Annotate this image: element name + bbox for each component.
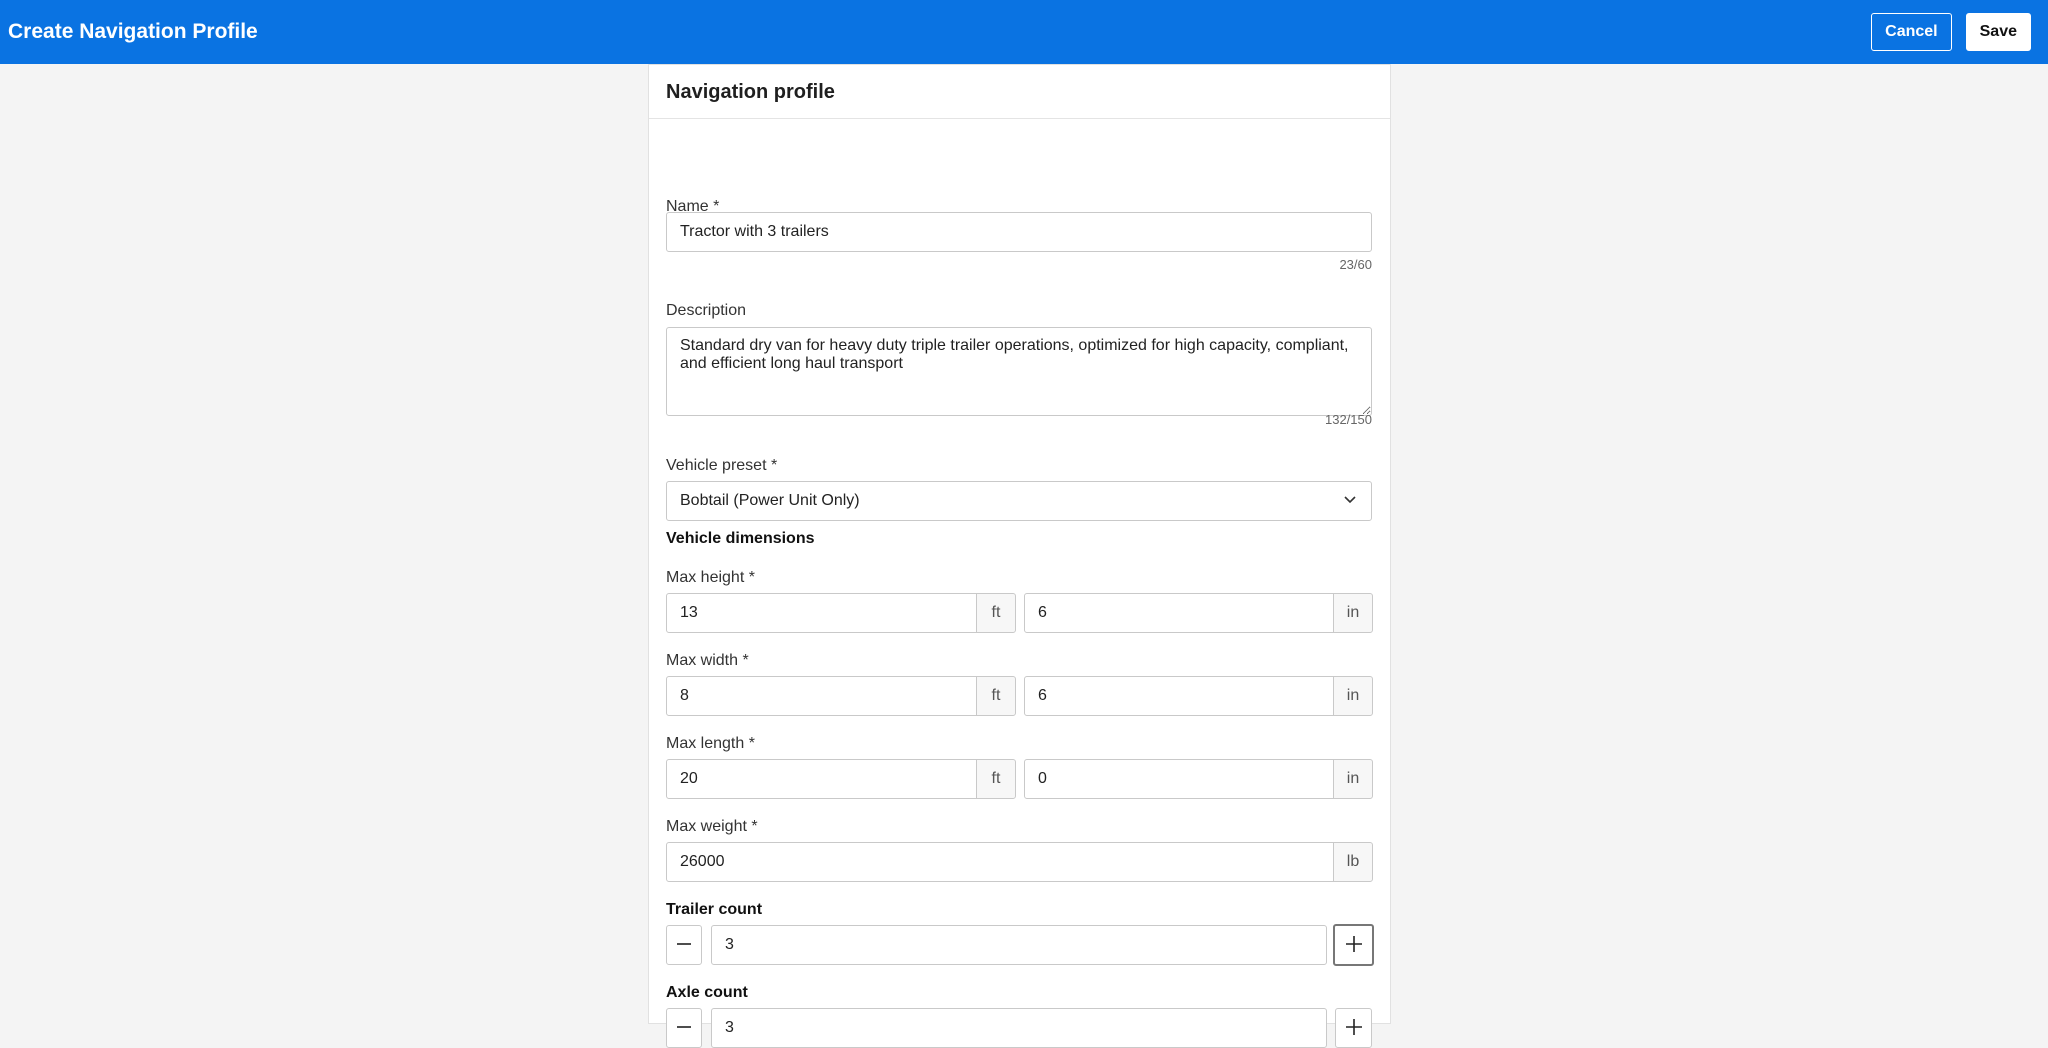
max-length-in-unit: in	[1333, 759, 1373, 799]
max-width-label: Max width *	[666, 652, 749, 669]
name-input[interactable]	[666, 212, 1372, 252]
save-button[interactable]: Save	[1965, 13, 2031, 51]
max-length-ft-input[interactable]	[666, 759, 977, 799]
top-app-bar: Create Navigation Profile Cancel Save	[0, 0, 2048, 64]
axle-count-label: Axle count	[666, 984, 748, 1001]
max-length-ft-unit: ft	[976, 759, 1016, 799]
header-actions: Cancel Save	[1871, 13, 2031, 51]
max-weight-label: Max weight *	[666, 818, 758, 835]
max-height-in-unit: in	[1333, 593, 1373, 633]
axle-count-decrement-button[interactable]	[666, 1008, 702, 1048]
plus-icon	[1345, 935, 1363, 956]
plus-icon	[1345, 1018, 1363, 1039]
card-title: Navigation profile	[649, 65, 1390, 119]
vehicle-preset-value: Bobtail (Power Unit Only)	[680, 492, 860, 509]
trailer-count-label: Trailer count	[666, 901, 763, 918]
chevron-down-icon	[1342, 491, 1358, 512]
max-width-ft-input[interactable]	[666, 676, 977, 716]
max-width-in-unit: in	[1333, 676, 1373, 716]
max-width-in-input[interactable]	[1024, 676, 1334, 716]
description-label: Description	[666, 302, 747, 319]
page-title: Create Navigation Profile	[8, 20, 258, 43]
max-weight-input[interactable]	[666, 842, 1334, 882]
trailer-count-input[interactable]	[711, 925, 1327, 965]
trailer-count-increment-button[interactable]	[1333, 924, 1374, 966]
vehicle-preset-label: Vehicle preset *	[666, 457, 778, 474]
max-height-ft-unit: ft	[976, 593, 1016, 633]
max-length-label: Max length *	[666, 735, 755, 752]
max-height-ft-input[interactable]	[666, 593, 977, 633]
axle-count-input[interactable]	[711, 1008, 1327, 1048]
minus-icon	[676, 1019, 692, 1038]
name-char-counter: 23/60	[1339, 257, 1372, 272]
max-height-label: Max height *	[666, 569, 755, 586]
axle-count-increment-button[interactable]	[1335, 1008, 1372, 1048]
trailer-count-decrement-button[interactable]	[666, 925, 702, 965]
minus-icon	[676, 936, 692, 955]
vehicle-preset-select[interactable]: Bobtail (Power Unit Only)	[666, 481, 1372, 521]
description-textarea[interactable]: Standard dry van for heavy duty triple t…	[666, 327, 1372, 416]
max-length-in-input[interactable]	[1024, 759, 1334, 799]
max-height-in-input[interactable]	[1024, 593, 1334, 633]
max-weight-unit: lb	[1333, 842, 1373, 882]
navigation-profile-card: Navigation profile Name * 23/60 Descript…	[648, 64, 1391, 1048]
description-char-counter: 132/150	[1325, 412, 1372, 427]
max-width-ft-unit: ft	[976, 676, 1016, 716]
cancel-button[interactable]: Cancel	[1871, 13, 1952, 51]
vehicle-dimensions-title: Vehicle dimensions	[666, 530, 815, 547]
